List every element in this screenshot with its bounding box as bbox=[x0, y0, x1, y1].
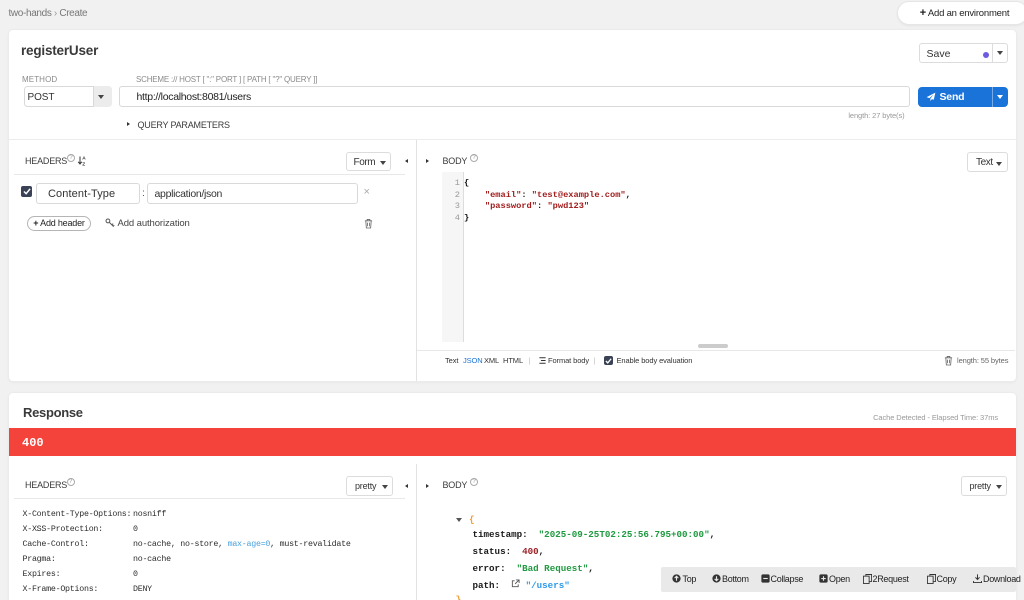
svg-text:A: A bbox=[82, 156, 86, 162]
svg-text:Z: Z bbox=[82, 162, 85, 166]
